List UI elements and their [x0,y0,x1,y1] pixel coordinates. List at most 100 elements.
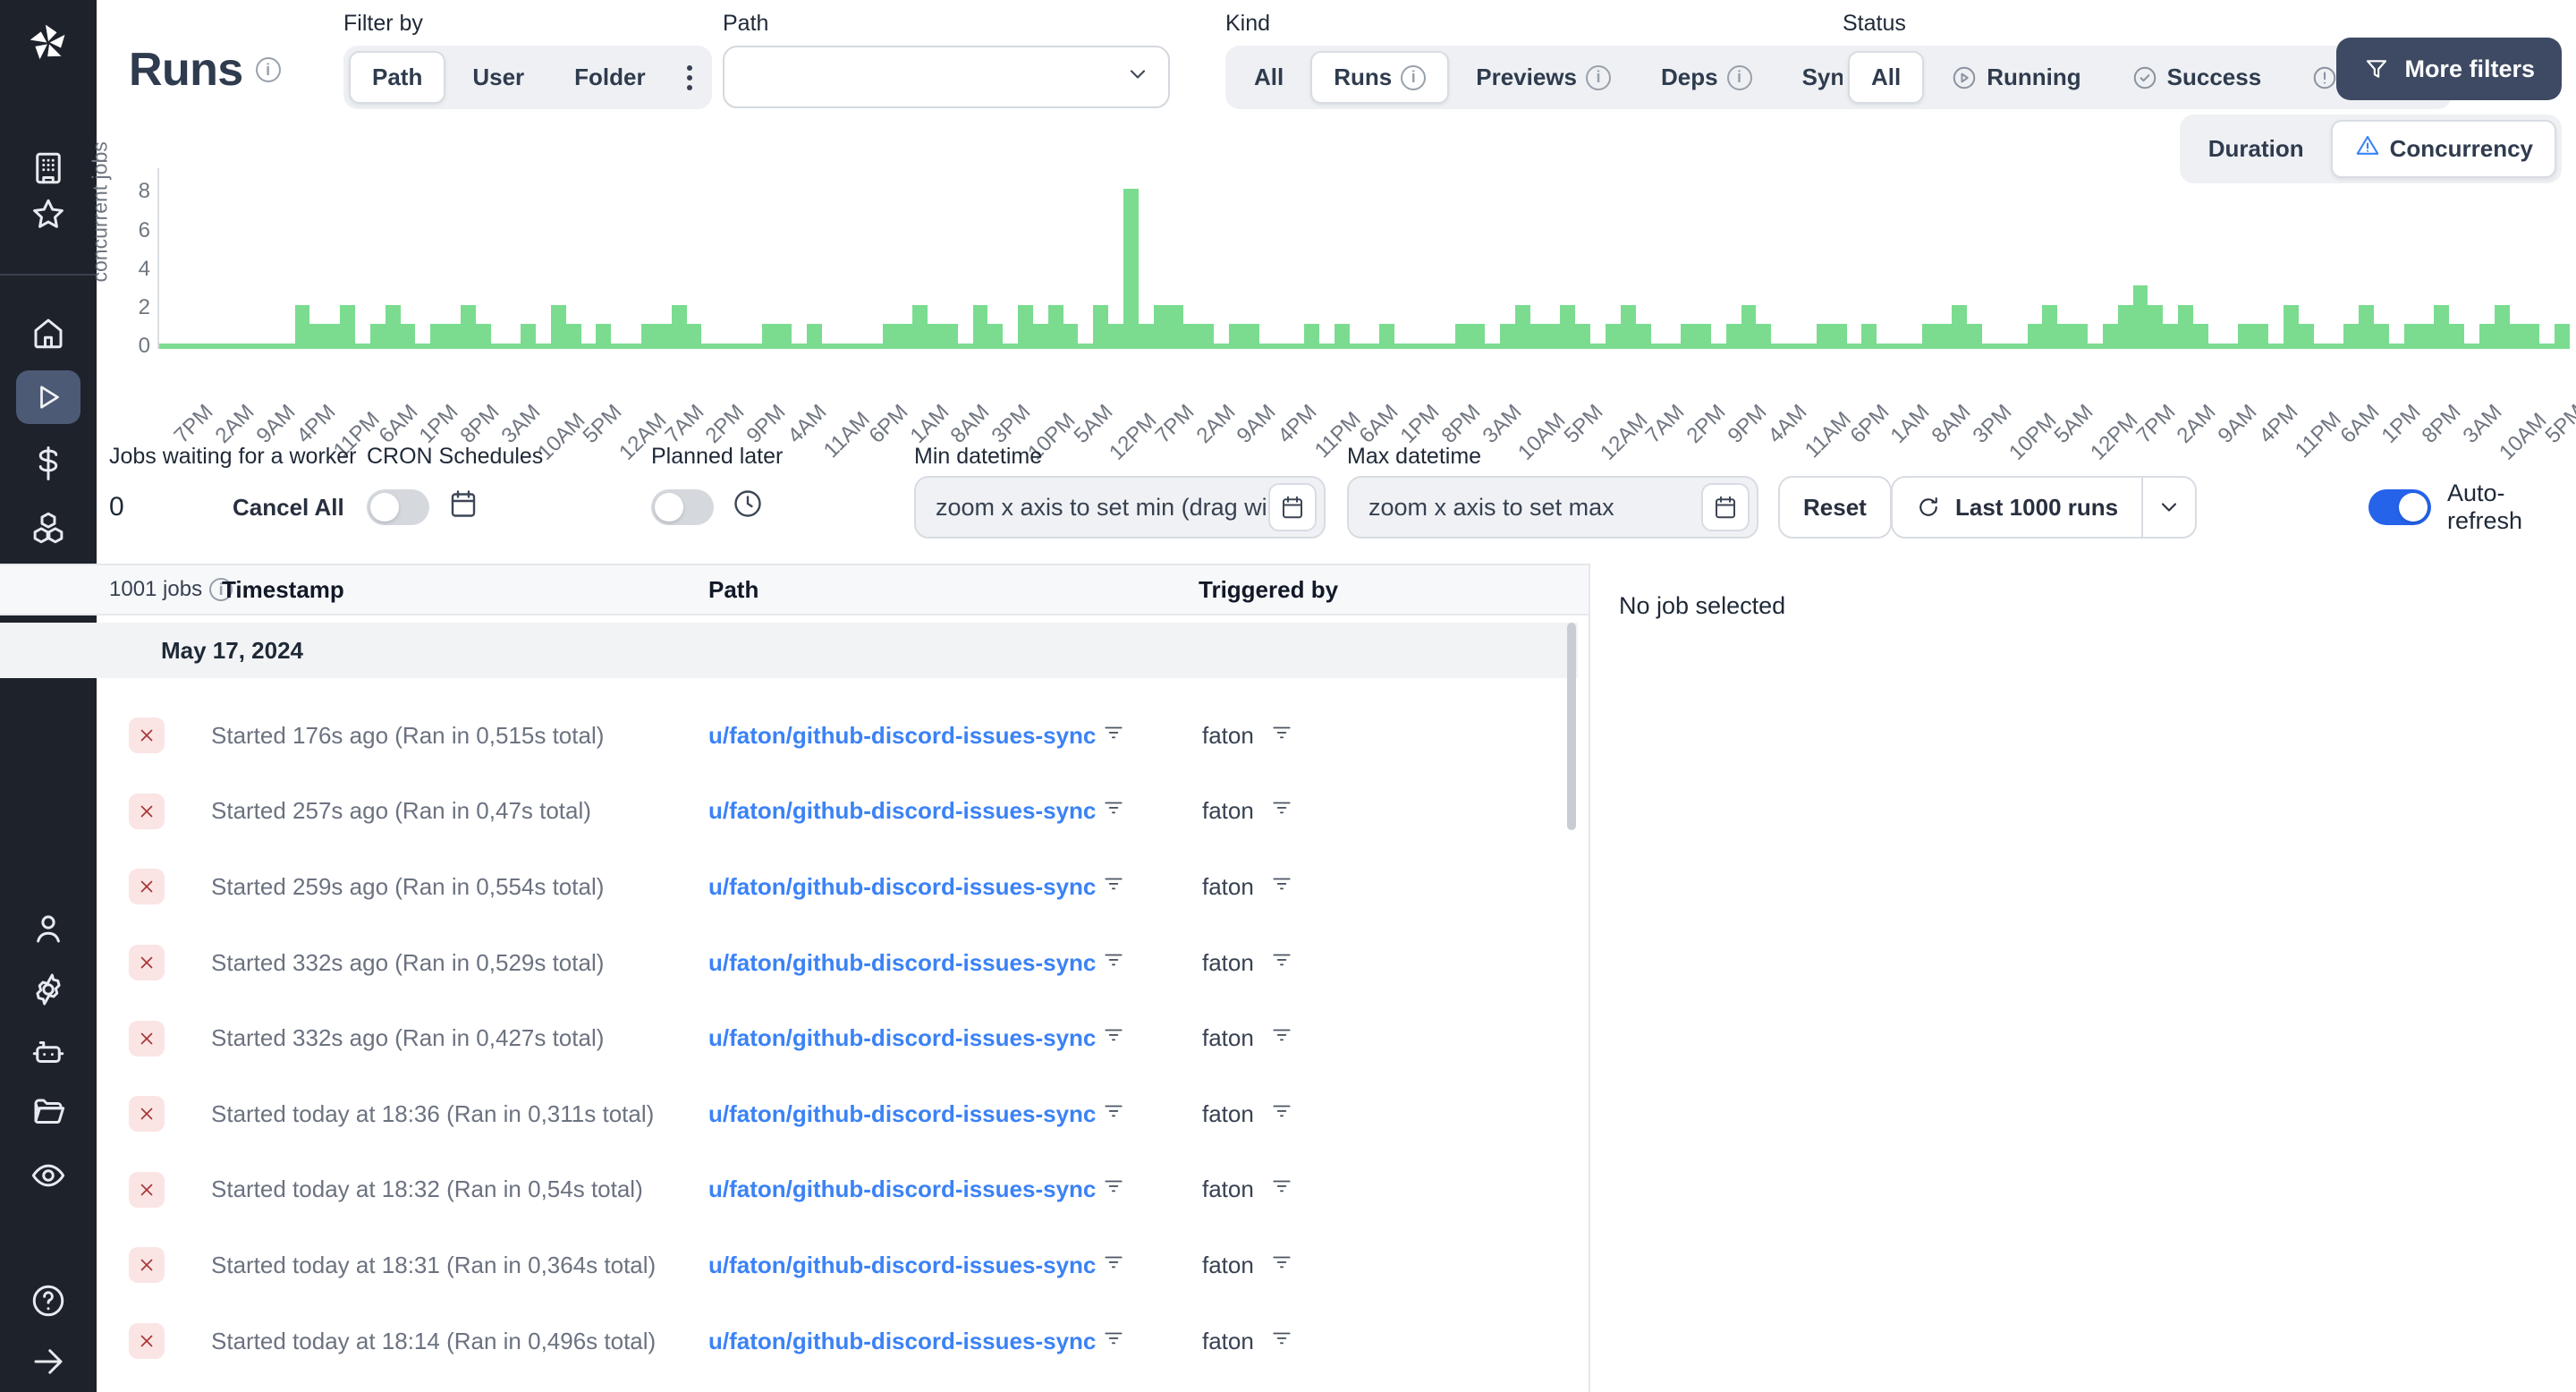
path-select[interactable] [723,46,1170,108]
run-path-link[interactable]: u/faton/github-discord-issues-sync [708,1100,1096,1128]
concurrency-plot[interactable] [157,168,2570,349]
windmill-logo[interactable] [25,20,72,66]
last-runs-dropdown-button[interactable] [2141,478,2195,537]
filter-by-more-menu-icon[interactable] [673,55,707,101]
concurrency-bar [2359,304,2375,349]
kind-runs[interactable]: Runs i [1310,51,1450,104]
filter-by-user-icon[interactable] [1270,1173,1293,1206]
failure-x-icon[interactable] [129,1096,165,1133]
run-path-link[interactable]: u/faton/github-discord-issues-sync [708,797,1096,825]
table-row[interactable]: Started 176s ago (Ran in 0,515s total) u… [0,698,1578,774]
status-success[interactable]: Success [2108,51,2285,104]
filter-by-path[interactable]: Path [349,51,446,104]
filter-by-user-icon[interactable] [1270,1022,1293,1055]
table-row[interactable]: Started 259s ago (Ran in 0,554s total) u… [0,849,1578,925]
concurrency-bar [1032,324,1048,349]
filter-by-path-icon[interactable] [1102,719,1125,752]
run-path-link[interactable]: u/faton/github-discord-issues-sync [708,949,1096,977]
concurrency-bar [2268,344,2284,349]
table-scrollbar[interactable] [1567,623,1576,830]
filter-by-user-icon[interactable] [1270,1325,1293,1358]
failure-x-icon[interactable] [129,1323,165,1360]
filter-by-user-icon[interactable] [1270,1249,1293,1282]
filter-by-path-icon[interactable] [1102,1325,1125,1358]
chart-xaxis: 7PM 2AM 9AM 4PM 11PM 6AM 1PM 8PM 3AM 10AM 5PM 12AM 7… [157,352,2576,465]
status-all[interactable]: All [1848,51,1925,104]
filter-by-folder[interactable]: Folder [551,51,668,104]
workspace-icon[interactable] [29,149,68,188]
filter-by-user-icon[interactable] [1270,794,1293,828]
chevron-down-icon [2162,503,2177,512]
concurrency-bar [761,324,777,349]
table-row[interactable]: Started 257s ago (Ran in 0,47s total) u/… [0,774,1578,850]
max-datetime-calendar-button[interactable] [1701,483,1750,531]
sidebar-item-runs[interactable] [16,370,80,424]
more-filters-button[interactable]: More filters [2336,38,2562,100]
concurrency-bar [580,344,597,349]
kind-all[interactable]: All [1231,51,1307,104]
auto-refresh-toggle[interactable] [2368,489,2431,525]
failure-x-icon[interactable] [129,793,165,829]
filter-by-path-icon[interactable] [1102,870,1125,904]
ytick: 8 [138,179,150,203]
filter-by-user-icon[interactable] [1270,1098,1293,1131]
runs-info-icon[interactable]: i [255,57,281,82]
status-running[interactable]: Running [1928,51,2104,104]
filter-by-path-icon[interactable] [1102,1098,1125,1131]
concurrency-bar [1756,324,1772,349]
table-row[interactable]: Started 332s ago (Ran in 0,529s total) u… [0,925,1578,1001]
failure-x-icon[interactable] [129,717,165,754]
concurrency-bar [1093,304,1109,349]
kind-deps[interactable]: Deps i [1638,51,1775,104]
resources-boxes-icon[interactable] [29,508,68,547]
concurrency-bar [2403,324,2419,349]
concurrency-chart[interactable]: concurrent jobs 8 6 4 2 0 7PM 2AM 9AM 4PM 11… [89,141,2576,465]
run-path-link[interactable]: u/faton/github-discord-issues-sync [708,1328,1096,1355]
run-path-link[interactable]: u/faton/github-discord-issues-sync [708,1176,1096,1203]
concurrency-bar [1681,324,1697,349]
table-row[interactable]: Started 332s ago (Ran in 0,427s total) u… [0,1000,1578,1076]
planned-later-toggle[interactable] [651,489,714,525]
cancel-all-button[interactable]: Cancel All [233,476,344,539]
run-path-link[interactable]: u/faton/github-discord-issues-sync [708,873,1096,901]
table-row[interactable]: Started today at 18:32 (Ran in 0,54s tot… [0,1152,1578,1228]
min-datetime-field[interactable]: zoom x axis to set min (drag wi [914,476,1326,539]
run-path-link[interactable]: u/faton/github-discord-issues-sync [708,1252,1096,1279]
last-runs-refresh-button[interactable]: Last 1000 runs [1893,478,2141,537]
filter-by-path-icon[interactable] [1102,946,1125,980]
failure-x-icon[interactable] [129,1247,165,1284]
run-path-link[interactable]: u/faton/github-discord-issues-sync [708,1024,1096,1052]
column-timestamp: Timestamp [222,575,344,603]
failure-x-icon[interactable] [129,1171,165,1208]
failure-x-icon[interactable] [129,869,165,905]
max-datetime-input[interactable]: zoom x axis to set max [1347,476,1758,539]
filter-by-path-icon[interactable] [1102,794,1125,828]
run-path-link[interactable]: u/faton/github-discord-issues-sync [708,722,1096,750]
kind-previews[interactable]: Previews i [1453,51,1634,104]
concurrency-bar [1123,189,1139,349]
filter-by-user-icon[interactable] [1270,870,1293,904]
filter-by-path-icon[interactable] [1102,1249,1125,1282]
min-datetime-calendar-button[interactable] [1268,483,1317,531]
reset-button[interactable]: Reset [1778,476,1892,539]
min-datetime-input[interactable]: zoom x axis to set min (drag wi [914,476,1326,539]
failure-x-icon[interactable] [129,945,165,981]
table-row[interactable]: Started today at 18:14 (Ran in 0,496s to… [0,1303,1578,1379]
cron-toggle[interactable] [367,489,429,525]
table-row[interactable]: Started today at 18:31 (Ran in 0,364s to… [0,1227,1578,1303]
filter-by-path-icon[interactable] [1102,1022,1125,1055]
favorites-star-icon[interactable] [29,195,68,234]
concurrency-bar [701,344,717,349]
filter-by-user-icon[interactable] [1270,719,1293,752]
max-datetime-field[interactable]: zoom x axis to set max [1347,476,1758,539]
failure-x-icon[interactable] [129,1020,165,1057]
filter-by-path-icon[interactable] [1102,1173,1125,1206]
table-row[interactable]: Started today at 18:36 (Ran in 0,311s to… [0,1076,1578,1152]
concurrency-bar [596,324,612,349]
concurrency-bar [792,344,808,349]
filter-by-user-icon[interactable] [1270,946,1293,980]
variables-dollar-icon[interactable] [29,444,68,483]
concurrency-bar [2192,324,2208,349]
filter-by-user[interactable]: User [449,51,547,104]
home-icon[interactable] [29,313,68,352]
